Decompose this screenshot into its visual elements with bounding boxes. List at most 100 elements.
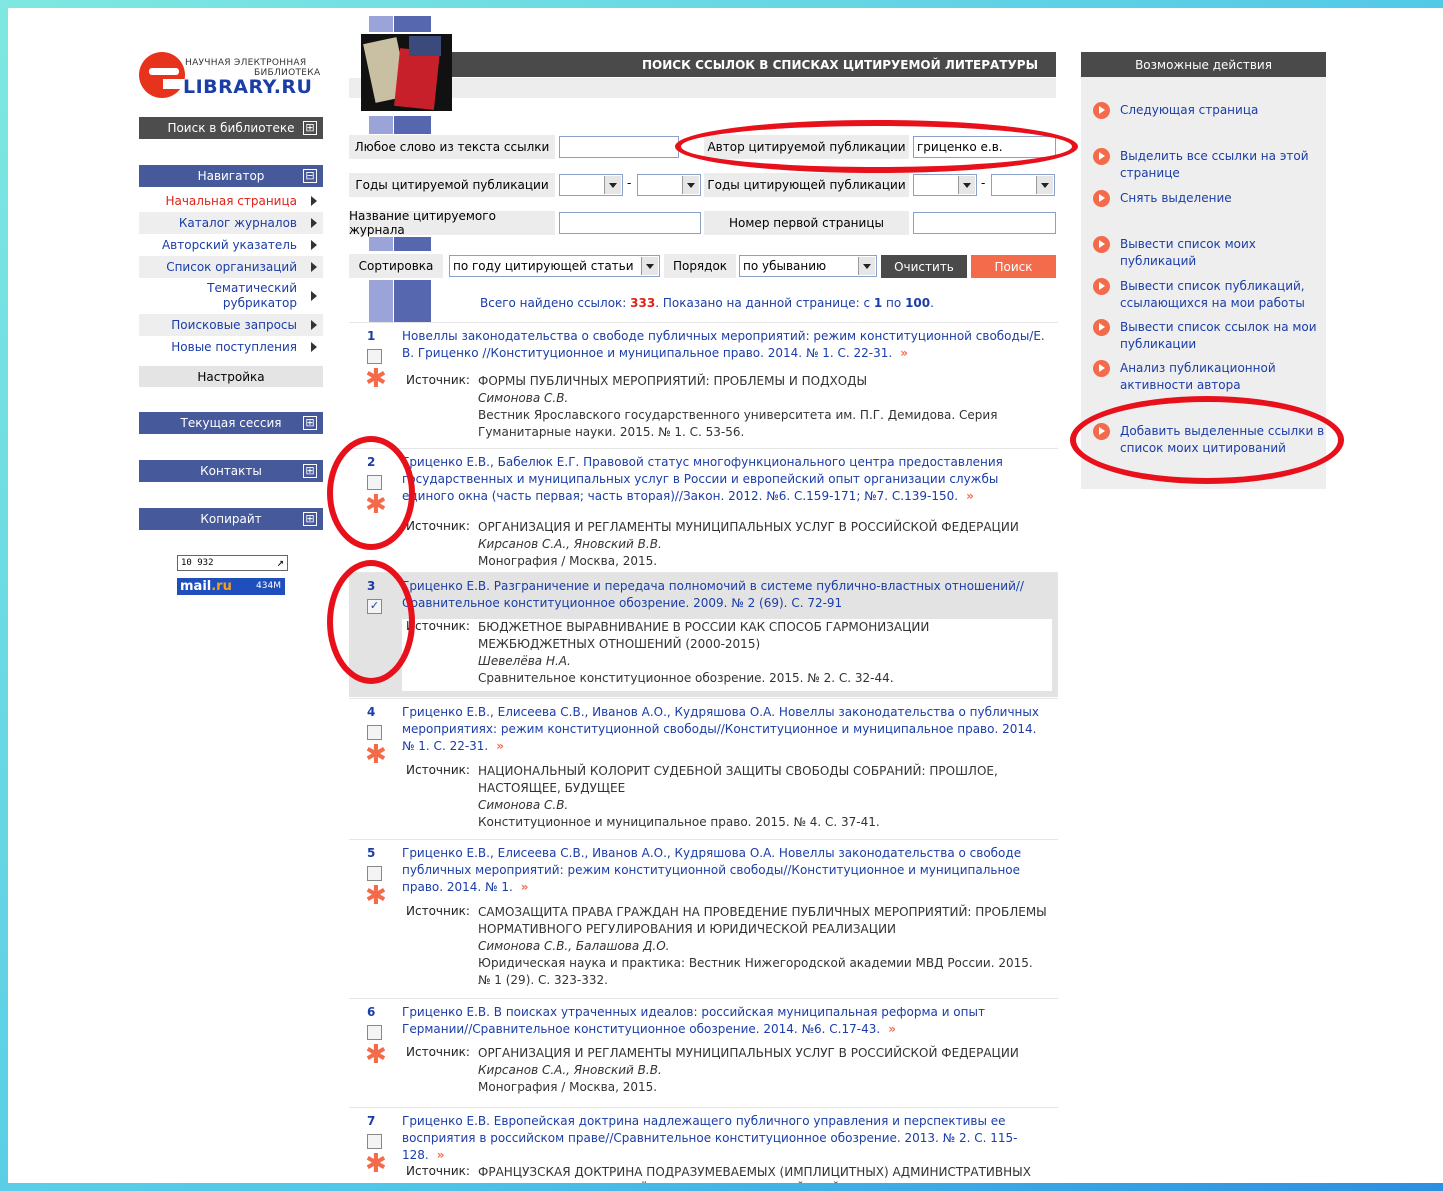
elibrary-logo[interactable]: НАУЧНАЯ ЭЛЕКТРОННАЯ БИБЛИОТЕКА LIBRARY.R…	[139, 52, 325, 100]
clear-button[interactable]: Очистить	[881, 255, 967, 278]
source-body: САМОЗАЩИТА ПРАВА ГРАЖДАН НА ПРОВЕДЕНИЕ П…	[478, 904, 1048, 989]
result-checkbox[interactable]	[367, 1025, 382, 1040]
result-checkbox[interactable]	[367, 866, 382, 881]
forward-icon[interactable]: »	[900, 346, 908, 360]
source-author: Симонова С.В., Балашова Д.О.	[478, 939, 670, 953]
source-body: ФОРМЫ ПУБЛИЧНЫХ МЕРОПРИЯТИЙ: ПРОБЛЕМЫ И …	[478, 373, 1048, 441]
nav-item-home[interactable]: Начальная страница	[139, 190, 323, 212]
contacts-header[interactable]: Контакты ⊞	[139, 460, 323, 482]
source-title: ФРАНЦУЗСКАЯ ДОКТРИНА ПОДРАЗУМЕВАЕМЫХ (ИМ…	[478, 1165, 1031, 1183]
expand-icon[interactable]: ⊞	[303, 416, 317, 430]
total-found-count: 333	[630, 296, 656, 310]
result-number: 6	[367, 1005, 376, 1019]
any-word-input[interactable]	[559, 136, 679, 158]
result-title-link[interactable]: Гриценко Е.В., Елисеева С.В., Иванов А.О…	[402, 704, 1052, 755]
source-author: Кирсанов С.А., Яновский В.В.	[478, 1063, 662, 1077]
action-label: Вывести список моих публикаций	[1120, 237, 1256, 268]
result-checkbox[interactable]	[367, 725, 382, 740]
cited-year-to-select[interactable]	[637, 174, 701, 196]
search-button[interactable]: Поиск	[971, 255, 1056, 278]
action-label: Вывести список ссылок на мои публикации	[1120, 320, 1317, 351]
source-publication: Монография / Москва, 2015.	[478, 1080, 658, 1094]
nav-item-authors[interactable]: Авторский указатель	[139, 234, 323, 256]
play-circle-icon	[1093, 190, 1110, 207]
search-library-button[interactable]: Поиск в библиотеке ⊞	[139, 117, 323, 139]
logo-e-icon	[139, 52, 185, 98]
cited-year-from-select[interactable]	[559, 174, 623, 196]
nav-item-rubricator[interactable]: Тематический рубрикатор	[139, 278, 323, 314]
decor-block	[394, 16, 431, 32]
arrow-right-icon	[311, 342, 317, 352]
forward-icon[interactable]: »	[521, 880, 529, 894]
result-title: Гриценко Е.В. Европейская доктрина надле…	[402, 1114, 1018, 1162]
navigator-header[interactable]: Навигатор ⊟	[139, 165, 323, 187]
copyright-header[interactable]: Копирайт ⊞	[139, 508, 323, 530]
nav-item-queries[interactable]: Поисковые запросы	[139, 314, 323, 336]
result-source: Источник: ОРГАНИЗАЦИЯ И РЕГЛАМЕНТЫ МУНИЦ…	[402, 1045, 1052, 1101]
forward-icon[interactable]: »	[496, 739, 504, 753]
forward-icon[interactable]: »	[437, 1148, 445, 1162]
source-author: Шевелёва Н.А.	[478, 654, 571, 668]
source-title: НАЦИОНАЛЬНЫЙ КОЛОРИТ СУДЕБНОЙ ЗАЩИТЫ СВО…	[478, 764, 998, 795]
nav-item-new[interactable]: Новые поступления	[139, 336, 323, 358]
first-page-input[interactable]	[913, 212, 1056, 234]
source-author: Симонова С.В.	[478, 798, 569, 812]
decor-block	[394, 237, 431, 251]
results-summary: Всего найдено ссылок: 333. Показано на д…	[480, 296, 934, 310]
decor-block	[394, 116, 431, 134]
source-publication: Конституционное и муниципальное право. 2…	[478, 815, 880, 829]
forward-icon[interactable]: »	[966, 489, 974, 503]
range-dash: -	[981, 176, 986, 190]
chevron-down-icon	[858, 257, 875, 275]
nav-item-journals[interactable]: Каталог журналов	[139, 212, 323, 234]
nav-item-label: Начальная страница	[165, 194, 297, 208]
source-body: ФРАНЦУЗСКАЯ ДОКТРИНА ПОДРАЗУМЕВАЕМЫХ (ИМ…	[478, 1164, 1048, 1183]
source-publication: Вестник Ярославского государственного ун…	[478, 408, 998, 439]
page-title-bar: ПОИСК ССЫЛОК В СПИСКАХ ЦИТИРУЕМОЙ ЛИТЕРА…	[449, 52, 1056, 77]
expand-icon[interactable]: ⊞	[303, 464, 317, 478]
highlight-checkbox-3	[327, 560, 415, 684]
expand-icon[interactable]: ⊞	[303, 512, 317, 526]
result-checkbox[interactable]	[367, 349, 382, 364]
journal-name-input[interactable]	[559, 212, 701, 234]
result-title-link[interactable]: Гриценко Е.В., Елисеева С.В., Иванов А.О…	[402, 845, 1052, 896]
journal-name-label: Название цитируемого журнала	[349, 209, 555, 237]
play-circle-icon	[1093, 148, 1110, 165]
copyright-label: Копирайт	[200, 512, 262, 526]
citing-year-from-select[interactable]	[913, 174, 977, 196]
logo-name: LIBRARY.RU	[183, 76, 313, 98]
settings-link[interactable]: Настройка	[139, 366, 323, 387]
nav-item-organizations[interactable]: Список организаций	[139, 256, 323, 278]
result-title-link[interactable]: Новеллы законодательства о свободе публи…	[402, 328, 1052, 362]
current-session-header[interactable]: Текущая сессия ⊞	[139, 412, 323, 434]
visit-counter[interactable]: 10 932 ↗	[177, 555, 288, 571]
result-title-link[interactable]: Гриценко Е.В. Европейская доктрина надле…	[402, 1113, 1052, 1164]
citing-year-to-select[interactable]	[991, 174, 1055, 196]
result-title-link[interactable]: Гриценко Е.В. В поисках утраченных идеал…	[402, 1004, 1052, 1038]
collapse-icon[interactable]: ⊟	[303, 169, 317, 183]
source-publication: Монография / Москва, 2015.	[478, 554, 658, 568]
decor-block	[369, 237, 393, 251]
mailru-counter[interactable]: mail.ru 434M	[177, 578, 285, 595]
source-label: Источник:	[406, 373, 470, 387]
chevron-down-icon	[604, 176, 621, 194]
nav-item-label: Тематический рубрикатор	[207, 281, 297, 310]
sort-select[interactable]: по году цитирующей статьи	[449, 255, 660, 277]
nav-item-label: Новые поступления	[171, 340, 297, 354]
result-number: 7	[367, 1114, 376, 1128]
result-source: Источник: ФРАНЦУЗСКАЯ ДОКТРИНА ПОДРАЗУМЕ…	[402, 1164, 1052, 1183]
source-title: БЮДЖЕТНОЕ ВЫРАВНИВАНИЕ В РОССИИ КАК СПОС…	[478, 620, 930, 651]
source-title: ОРГАНИЗАЦИЯ И РЕГЛАМЕНТЫ МУНИЦИПАЛЬНЫХ У…	[478, 1046, 1019, 1060]
forward-icon[interactable]: »	[888, 1022, 896, 1036]
asterisk-icon: ✱	[365, 1040, 387, 1070]
decor-block	[369, 280, 393, 322]
result-title-link[interactable]: Гриценко Е.В. Разграничение и передача п…	[402, 578, 1052, 612]
order-select[interactable]: по убыванию	[739, 255, 877, 277]
header-grey-strip	[349, 78, 1056, 98]
result-title-link[interactable]: Гриценко Е.В., Бабелюк Е.Г. Правовой ста…	[402, 454, 1052, 505]
source-body: ОРГАНИЗАЦИЯ И РЕГЛАМЕНТЫ МУНИЦИПАЛЬНЫХ У…	[478, 519, 1048, 570]
source-label: Источник:	[406, 904, 470, 918]
result-checkbox[interactable]	[367, 1134, 382, 1149]
play-circle-icon	[1093, 360, 1110, 377]
expand-icon[interactable]: ⊞	[303, 121, 317, 135]
